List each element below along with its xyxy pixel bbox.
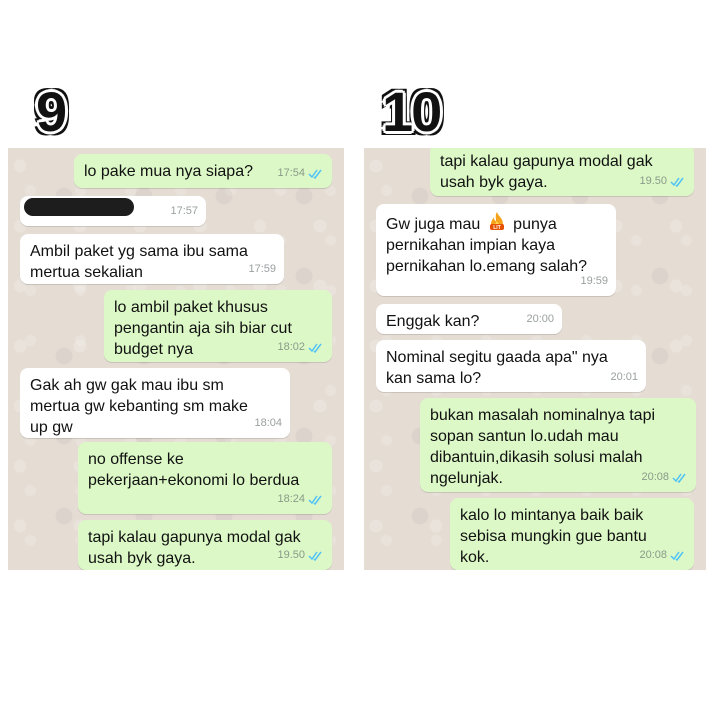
message-time: 18:24 (277, 493, 305, 505)
panel-number-10: 10 (382, 80, 442, 143)
panel-number-9: 9 (36, 80, 67, 143)
message-text: Gak ah gw gak mau ibu sm mertua gw keban… (30, 377, 248, 436)
message-bubble[interactable]: lo ambil paket khusus pengantin aja sih … (104, 290, 332, 362)
message-time: 18:04 (254, 417, 282, 429)
message-meta: 19.50 (639, 171, 686, 192)
message-bubble[interactable]: tapi kalau gapunya modal gak usah byk ga… (430, 148, 694, 196)
message-meta: 20:00 (526, 309, 554, 330)
read-ticks-icon (308, 343, 322, 353)
read-ticks-icon (308, 495, 322, 505)
message-text: Nominal segitu gaada apa" nya kan sama l… (386, 349, 608, 387)
message-bubble[interactable]: no offense ke pekerjaan+ekonomi lo berdu… (78, 442, 332, 514)
read-ticks-icon (670, 177, 684, 187)
message-bubble[interactable]: kalo lo mintanya baik baik sebisa mungki… (450, 498, 694, 570)
message-meta: 17:59 (248, 259, 276, 280)
message-meta: 19.50 (277, 545, 324, 566)
read-ticks-icon (672, 473, 686, 483)
message-bubble[interactable]: Ambil paket yg sama ibu sama mertua seka… (20, 234, 284, 284)
message-time: 17:59 (248, 263, 276, 275)
redacted-bar (24, 198, 134, 216)
read-ticks-icon (308, 169, 322, 179)
message-bubble[interactable]: tapi kalau gapunya modal gak usah byk ga… (78, 520, 332, 570)
message-text: no offense ke pekerjaan+ekonomi lo berdu… (88, 451, 300, 489)
message-meta: 19:59 (580, 271, 608, 292)
message-text: Gw juga mau LIT punya pernikahan impian … (386, 211, 606, 277)
chat-panel-10: tapi kalau gapunya modal gak usah byk ga… (364, 148, 706, 570)
message-meta: 18:04 (254, 413, 282, 434)
message-meta: 18:24 (277, 489, 324, 510)
message-bubble[interactable]: Gw juga mau LIT punya pernikahan impian … (376, 204, 616, 296)
message-meta: 17:57 (170, 201, 198, 222)
message-meta: 17:54 (277, 163, 324, 184)
lit-fire-icon: LIT (489, 212, 504, 231)
message-bubble[interactable]: bukan masalah nominalnya tapi sopan sant… (420, 398, 696, 492)
message-time: 20:08 (641, 471, 669, 483)
message-time: 20:01 (610, 371, 638, 383)
message-time: 19.50 (277, 549, 305, 561)
svg-text:LIT: LIT (493, 225, 501, 231)
message-meta: 18:02 (277, 337, 324, 358)
read-ticks-icon (670, 551, 684, 561)
message-time: 19.50 (639, 175, 667, 187)
message-time: 20:00 (526, 313, 554, 325)
message-bubble[interactable]: Nominal segitu gaada apa" nya kan sama l… (376, 340, 646, 392)
message-time: 19:59 (580, 275, 608, 287)
message-time: 18:02 (277, 341, 305, 353)
message-time: 17:57 (170, 205, 198, 217)
message-text: Ambil paket yg sama ibu sama mertua seka… (30, 243, 248, 281)
message-bubble[interactable]: Gak ah gw gak mau ibu sm mertua gw keban… (20, 368, 290, 438)
message-time: 20:08 (639, 549, 667, 561)
message-time: 17:54 (277, 167, 305, 179)
message-bubble[interactable]: Enggak kan? 20:00 (376, 304, 562, 334)
message-meta: 20:01 (610, 367, 638, 388)
message-bubble[interactable]: lo pake mua nya siapa? 17:54 (74, 154, 332, 188)
message-text-part: Gw juga mau (386, 216, 485, 233)
message-meta: 20:08 (639, 545, 686, 566)
message-meta: 20:08 (641, 467, 688, 488)
read-ticks-icon (308, 551, 322, 561)
